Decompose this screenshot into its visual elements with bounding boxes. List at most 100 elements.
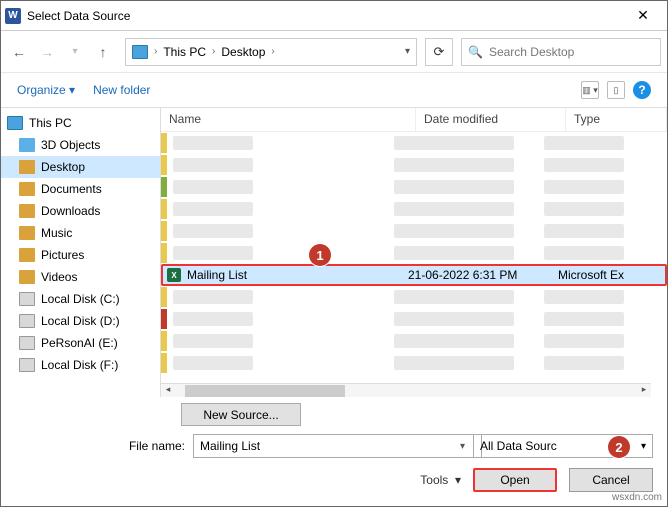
- file-row-redacted[interactable]: [161, 198, 667, 220]
- sidebar-item-label: Music: [41, 226, 72, 240]
- file-row-redacted[interactable]: [161, 352, 667, 374]
- toolbar: Organize ▾ New folder ▥ ▾ ▯ ?: [1, 73, 667, 107]
- sidebar-item-label: Desktop: [41, 160, 85, 174]
- file-row-redacted[interactable]: [161, 242, 667, 264]
- pc-icon: [7, 116, 23, 130]
- crumb-desktop[interactable]: Desktop: [221, 45, 265, 59]
- preview-pane-icon[interactable]: ▯: [607, 81, 625, 99]
- file-row-redacted[interactable]: [161, 330, 667, 352]
- tools-dropdown[interactable]: Tools ▾: [420, 473, 461, 487]
- annotation-marker-1: 1: [309, 244, 331, 266]
- help-icon[interactable]: ?: [633, 81, 651, 99]
- new-source-button[interactable]: New Source...: [181, 403, 301, 426]
- file-type-dropdown[interactable]: All Data Sourc 2 ▾: [473, 434, 653, 458]
- select-data-source-dialog: W Select Data Source ✕ ← → ▾ ↑ › This PC…: [0, 0, 668, 507]
- footer: File name: ▾ All Data Sourc 2 ▾ Tools ▾ …: [1, 426, 667, 506]
- disk-icon: [19, 336, 35, 350]
- folder-icon: [19, 160, 35, 174]
- close-icon[interactable]: ✕: [623, 7, 663, 24]
- file-row-redacted[interactable]: [161, 286, 667, 308]
- sidebar-item-label: Downloads: [41, 204, 100, 218]
- disk-icon: [19, 314, 35, 328]
- column-headers: Name Date modified Type: [161, 108, 667, 132]
- obj-icon: [19, 138, 35, 152]
- sidebar-item-local-disk-c-[interactable]: Local Disk (C:): [1, 288, 160, 310]
- new-folder-button[interactable]: New folder: [93, 83, 150, 97]
- sidebar-item-pictures[interactable]: Pictures: [1, 244, 160, 266]
- watermark: wsxdn.com: [612, 492, 662, 503]
- col-name[interactable]: Name: [161, 108, 416, 131]
- address-dropdown-icon[interactable]: ▾: [405, 46, 410, 57]
- file-row-redacted[interactable]: [161, 176, 667, 198]
- file-list-area: Name Date modified Type XMailing List21-…: [161, 108, 667, 397]
- file-date: 21-06-2022 6:31 PM: [408, 268, 558, 282]
- view-buttons: ▥ ▾ ▯ ?: [581, 81, 651, 99]
- this-pc-icon: [132, 45, 148, 59]
- recent-dropdown-icon[interactable]: ▾: [63, 40, 87, 64]
- annotation-marker-2: 2: [608, 436, 630, 458]
- sidebar-item-downloads[interactable]: Downloads: [1, 200, 160, 222]
- word-app-icon: W: [5, 8, 21, 24]
- file-name: Mailing List: [183, 268, 408, 282]
- sidebar-item-videos[interactable]: Videos: [1, 266, 160, 288]
- folder-icon: [19, 182, 35, 196]
- sidebar-item-label: Documents: [41, 182, 102, 196]
- excel-file-icon: X: [167, 268, 181, 282]
- dialog-body: This PC 3D Objects Desktop Documents Downloa…: [1, 107, 667, 397]
- organize-button[interactable]: Organize ▾: [17, 83, 75, 97]
- filename-input[interactable]: [193, 434, 482, 458]
- nav-bar: ← → ▾ ↑ › This PC › Desktop › ▾ ⟳ 🔍 Sear…: [1, 31, 667, 73]
- new-source-row: New Source...: [181, 403, 301, 426]
- sidebar-item-this-pc[interactable]: This PC: [1, 112, 160, 134]
- window-title: Select Data Source: [27, 9, 623, 23]
- sidebar-item-label: Local Disk (F:): [41, 358, 118, 372]
- sidebar-item-label: Local Disk (C:): [41, 292, 120, 306]
- sidebar-item-label: Pictures: [41, 248, 84, 262]
- sidebar-item-local-disk-f-[interactable]: Local Disk (F:): [1, 354, 160, 376]
- sidebar-item-documents[interactable]: Documents: [1, 178, 160, 200]
- crumb-this-pc[interactable]: This PC: [163, 45, 206, 59]
- filename-dropdown-icon[interactable]: ▾: [460, 441, 465, 452]
- sidebar-item-3d-objects[interactable]: 3D Objects: [1, 134, 160, 156]
- nav-back-button[interactable]: ←: [7, 40, 31, 64]
- search-placeholder: Search Desktop: [489, 45, 574, 59]
- search-icon: 🔍: [468, 45, 483, 59]
- sidebar-item-personai-e-[interactable]: PeRsonAI (E:): [1, 332, 160, 354]
- disk-icon: [19, 292, 35, 306]
- col-type[interactable]: Type: [566, 108, 667, 131]
- horizontal-scrollbar[interactable]: ◂ ▸: [161, 383, 651, 397]
- folder-icon: [19, 248, 35, 262]
- filename-label: File name:: [15, 439, 185, 453]
- file-row-redacted[interactable]: [161, 154, 667, 176]
- file-row-redacted[interactable]: [161, 308, 667, 330]
- nav-up-button[interactable]: ↑: [91, 40, 115, 64]
- titlebar: W Select Data Source ✕: [1, 1, 667, 31]
- chevron-right-icon: ›: [271, 46, 274, 57]
- sidebar-item-label: 3D Objects: [41, 138, 100, 152]
- refresh-button[interactable]: ⟳: [425, 38, 453, 66]
- view-mode-icon[interactable]: ▥ ▾: [581, 81, 599, 99]
- sidebar-item-label: This PC: [29, 116, 72, 130]
- sidebar-item-label: Local Disk (D:): [41, 314, 120, 328]
- col-date[interactable]: Date modified: [416, 108, 566, 131]
- sidebar-item-label: Videos: [41, 270, 77, 284]
- sidebar-item-local-disk-d-[interactable]: Local Disk (D:): [1, 310, 160, 332]
- sidebar-item-music[interactable]: Music: [1, 222, 160, 244]
- file-list: XMailing List21-06-2022 6:31 PMMicrosoft…: [161, 132, 667, 397]
- sidebar-item-label: PeRsonAI (E:): [41, 336, 118, 350]
- sidebar-item-desktop[interactable]: Desktop: [1, 156, 160, 178]
- folder-icon: [19, 204, 35, 218]
- file-row-redacted[interactable]: [161, 132, 667, 154]
- nav-forward-button[interactable]: →: [35, 40, 59, 64]
- chevron-right-icon: ›: [212, 46, 215, 57]
- file-type: Microsoft Ex: [558, 268, 665, 282]
- open-button[interactable]: Open: [473, 468, 557, 492]
- search-input[interactable]: 🔍 Search Desktop: [461, 38, 661, 66]
- folder-icon: [19, 226, 35, 240]
- chevron-right-icon: ›: [154, 46, 157, 57]
- file-row-redacted[interactable]: [161, 220, 667, 242]
- address-bar[interactable]: › This PC › Desktop › ▾: [125, 38, 417, 66]
- chevron-down-icon: ▾: [641, 441, 646, 452]
- file-row-mailing-list[interactable]: XMailing List21-06-2022 6:31 PMMicrosoft…: [161, 264, 667, 286]
- cancel-button[interactable]: Cancel: [569, 468, 653, 492]
